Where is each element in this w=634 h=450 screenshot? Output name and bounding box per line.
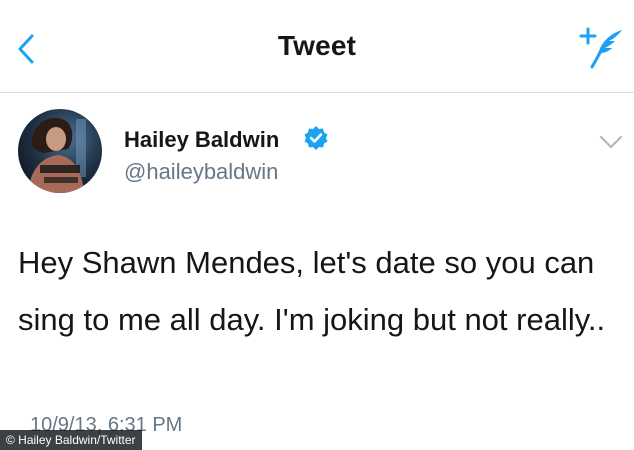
avatar[interactable] <box>18 109 102 193</box>
verified-badge-icon <box>304 126 328 150</box>
chevron-down-icon[interactable] <box>598 133 624 151</box>
page-title: Tweet <box>277 30 357 61</box>
nav-bar: Tweet <box>0 0 634 92</box>
user-handle[interactable]: @haileybaldwin <box>124 159 278 185</box>
display-name[interactable]: Hailey Baldwin <box>124 127 279 153</box>
compose-quill-icon <box>579 27 622 69</box>
tweet-text: Hey Shawn Mendes, let's date so you can … <box>18 245 606 337</box>
compose-button[interactable] <box>578 24 628 72</box>
tweet-card: Hailey Baldwin @haileybaldwin Hey Shawn … <box>0 93 634 450</box>
photo-credit: © Hailey Baldwin/Twitter <box>0 430 142 450</box>
